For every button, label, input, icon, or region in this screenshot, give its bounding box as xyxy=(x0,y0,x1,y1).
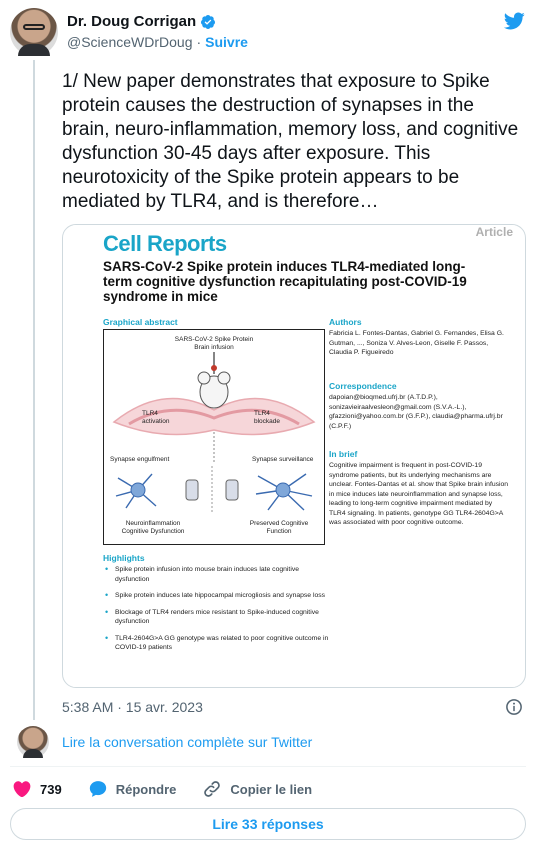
reply-button[interactable]: Répondre xyxy=(88,779,177,799)
verified-badge-icon xyxy=(201,14,216,29)
highlights-list: Spike protein infusion into mouse brain … xyxy=(103,565,333,660)
read-conversation-row[interactable]: Lire la conversation complète sur Twitte… xyxy=(17,726,312,758)
like-button[interactable]: 739 xyxy=(12,779,62,799)
author-avatar-small xyxy=(17,726,49,758)
highlight-item: TLR4-2604G>A GG genotype was related to … xyxy=(103,634,333,653)
separator-dot: · xyxy=(196,34,202,50)
highlight-item: Spike protein infusion into mouse brain … xyxy=(103,565,333,584)
article-tag: Article xyxy=(475,225,513,239)
in-brief-label: In brief xyxy=(329,449,358,459)
reply-bubble-icon xyxy=(89,781,106,797)
divider xyxy=(10,766,526,767)
journal-logo: Cell Reports xyxy=(103,231,227,256)
tweet-timestamp[interactable]: 5:38 AM · 15 avr. 2023 xyxy=(62,699,203,715)
twitter-bird-icon[interactable] xyxy=(502,10,526,32)
brain-illustration xyxy=(112,352,316,462)
highlights-label: Highlights xyxy=(103,553,145,563)
correspondence-label: Correspondence xyxy=(329,381,397,391)
copy-link-button[interactable]: Copier le lien xyxy=(202,779,312,799)
figure-right-label: TLR4 blockade xyxy=(254,410,281,425)
highlight-item: Blockage of TLR4 renders mice resistant … xyxy=(103,608,333,627)
in-brief-text: Cognitive impairment is frequent in post… xyxy=(329,462,509,526)
microglia-illustration xyxy=(115,466,313,514)
tweet-text: 1/ New paper demonstrates that exposure … xyxy=(62,71,519,212)
action-bar: 739 Répondre Copier le lien xyxy=(12,778,338,800)
authors-label: Authors xyxy=(329,317,362,327)
author-name-line: Dr. Doug Corrigan xyxy=(67,13,216,30)
figure-right-process: Synapse surveillance xyxy=(252,456,314,463)
read-replies-button[interactable]: Lire 33 réponses xyxy=(10,808,526,840)
reply-label: Répondre xyxy=(115,781,177,797)
avatar-shirt xyxy=(18,44,50,56)
tweet-header: Dr. Doug Corrigan @ScienceWDrDoug · Suiv… xyxy=(10,8,526,58)
copy-link-label: Copier le lien xyxy=(230,781,313,797)
avatar-shirt xyxy=(23,749,43,758)
graphical-abstract-label: Graphical abstract xyxy=(103,317,178,327)
author-avatar[interactable] xyxy=(10,8,58,56)
figure-left-label: TLR4 activation xyxy=(142,410,170,425)
figure-top-label: SARS-CoV-2 Spike Protein xyxy=(174,336,254,343)
follow-button[interactable]: Suivre xyxy=(205,34,248,50)
info-icon[interactable] xyxy=(505,698,523,716)
paper-image: Cell Reports Article SARS-CoV-2 Spike pr… xyxy=(73,225,517,687)
graphical-abstract-figure: SARS-CoV-2 Spike Protein Brain infusion … xyxy=(103,329,325,545)
like-count: 739 xyxy=(40,781,62,797)
author-handle-line: @ScienceWDrDoug · Suivre xyxy=(67,34,248,50)
thread-line xyxy=(33,60,35,720)
highlight-item: Spike protein induces late hippocampal m… xyxy=(103,591,333,601)
figure-left-process: Synapse engulfment xyxy=(110,456,170,463)
figure-top-sublabel: Brain infusion xyxy=(194,344,234,351)
heart-icon xyxy=(13,781,31,798)
read-conversation-link[interactable]: Lire la conversation complète sur Twitte… xyxy=(62,734,312,750)
figure-right-outcome: Preserved Cognitive Function xyxy=(249,520,309,535)
author-handle[interactable]: @ScienceWDrDoug xyxy=(67,34,192,50)
correspondence-text: dapoian@bioqmed.ufrj.br (A.T.D.P.), soni… xyxy=(329,394,503,430)
media-card[interactable]: Cell Reports Article SARS-CoV-2 Spike pr… xyxy=(62,224,526,688)
figure-left-outcome: Neuroinflammation Cognitive Dysfunction xyxy=(121,520,185,535)
authors-list: Fabricia L. Fontes-Dantas, Gabriel G. Fe… xyxy=(329,330,504,356)
avatar-glasses xyxy=(23,24,45,30)
link-icon xyxy=(204,781,221,797)
paper-title: SARS-CoV-2 Spike protein induces TLR4-me… xyxy=(103,259,467,304)
author-name[interactable]: Dr. Doug Corrigan xyxy=(67,13,196,30)
